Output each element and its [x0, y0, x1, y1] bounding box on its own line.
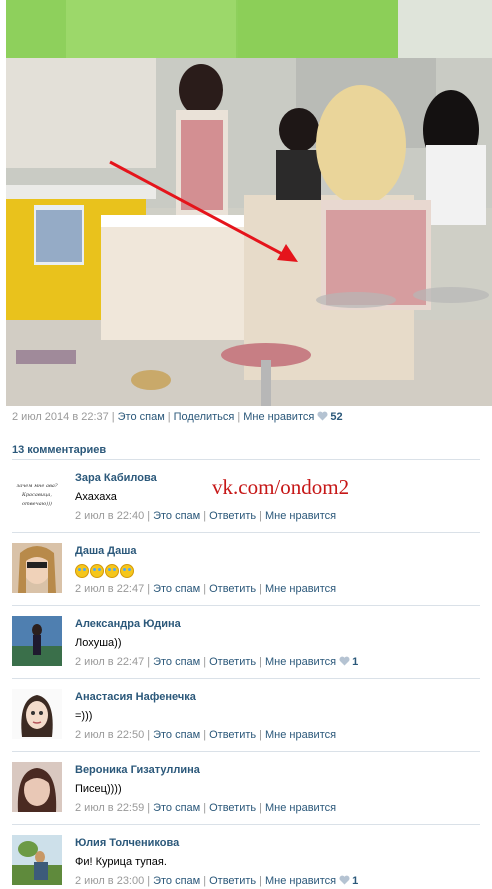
avatar[interactable]: зачем мне ава? Красавица, отвечаю))) [12, 470, 62, 520]
report-spam-link[interactable]: Это спам [153, 510, 200, 522]
comment-meta: 2 июл в 22:40 | Это спам | Ответить | Мне нрав… [75, 510, 337, 522]
comment-date[interactable]: 2 июл в 22:59 [75, 802, 144, 814]
comment-date[interactable]: 2 июл в 22:47 [75, 656, 144, 668]
comment-author[interactable]: Зара Кабилова [75, 472, 157, 484]
post-photo[interactable] [6, 0, 492, 406]
comment-author[interactable]: Вероника Гизатуллина [75, 764, 200, 776]
comments-header[interactable]: 13 комментариев [12, 444, 106, 456]
reply-link[interactable]: Ответить [209, 802, 256, 814]
comment-meta: 2 июл в 22:50 | Это спам | Ответить | Мне нрав… [75, 729, 337, 741]
avatar[interactable] [12, 762, 62, 812]
comment-text: =))) [75, 710, 93, 722]
post-meta: 2 июл 2014 в 22:37 | Это спам | Поделиться | М… [12, 411, 343, 423]
reply-link[interactable]: Ответить [209, 656, 256, 668]
like-link[interactable]: Мне нравится [265, 656, 336, 668]
avatar[interactable] [12, 689, 62, 739]
comment-item: Александра Юдина Лохуша)) 2 июл в 22:47 |… [12, 605, 480, 678]
laughing-emoji-icon [120, 564, 134, 578]
like-link[interactable]: Мне нравится [265, 802, 336, 814]
comment-text [75, 564, 135, 578]
avatar-caption: зачем мне ава? Красавица, отвечаю))) [16, 483, 58, 507]
comment-item: Анастасия Нафенечка =))) 2 июл в 22:50 | Э… [12, 678, 480, 751]
comment-meta: 2 июл в 23:00 | Это спам | Ответить | Мне нрав… [75, 875, 359, 887]
comment-meta: 2 июл в 22:59 | Это спам | Ответить | Мне нрав… [75, 802, 337, 814]
heart-icon[interactable] [339, 656, 350, 666]
avatar[interactable] [12, 543, 62, 593]
report-spam-link[interactable]: Это спам [118, 411, 165, 423]
reply-link[interactable]: Ответить [209, 729, 256, 741]
comment-text: Фи! Курица тупая. [75, 856, 167, 868]
post-date[interactable]: 2 июл 2014 в 22:37 [12, 411, 109, 423]
heart-icon[interactable] [339, 875, 350, 885]
watermark: vk.com/ondom2 [212, 475, 350, 499]
like-link[interactable]: Мне нравится [265, 510, 336, 522]
comment-date[interactable]: 2 июл в 22:40 [75, 510, 144, 522]
laughing-emoji-icon [75, 564, 89, 578]
comment-author[interactable]: Анастасия Нафенечка [75, 691, 196, 703]
report-spam-link[interactable]: Это спам [153, 656, 200, 668]
comment-text: Писец)))) [75, 783, 122, 795]
report-spam-link[interactable]: Это спам [153, 729, 200, 741]
comment-meta: 2 июл в 22:47 | Это спам | Ответить | Мне нрав… [75, 656, 359, 668]
comment-date[interactable]: 2 июл в 22:47 [75, 583, 144, 595]
comment-author[interactable]: Александра Юдина [75, 618, 181, 630]
laughing-emoji-icon [105, 564, 119, 578]
reply-link[interactable]: Ответить [209, 875, 256, 887]
comment-item: Даша Даша 2 июл в 22:47 | Это спам | Ответит… [12, 532, 480, 605]
comment-item: Юлия Толченикова Фи! Курица тупая. 2 июл… [12, 824, 480, 889]
comment-date[interactable]: 2 июл в 23:00 [75, 875, 144, 887]
like-link[interactable]: Мне нравится [243, 411, 314, 423]
report-spam-link[interactable]: Это спам [153, 802, 200, 814]
comment-meta: 2 июл в 22:47 | Это спам | Ответить | Мне нрав… [75, 583, 337, 595]
like-link[interactable]: Мне нравится [265, 875, 336, 887]
like-link[interactable]: Мне нравится [265, 583, 336, 595]
comment-text: Ахахаха [75, 491, 117, 503]
heart-icon[interactable] [317, 411, 328, 421]
reply-link[interactable]: Ответить [209, 583, 256, 595]
like-count: 1 [352, 875, 359, 887]
comment-date[interactable]: 2 июл в 22:50 [75, 729, 144, 741]
avatar[interactable] [12, 616, 62, 666]
comment-item: Вероника Гизатуллина Писец)))) 2 июл в 2… [12, 751, 480, 824]
comment-text: Лохуша)) [75, 637, 122, 649]
report-spam-link[interactable]: Это спам [153, 875, 200, 887]
laughing-emoji-icon [90, 564, 104, 578]
like-link[interactable]: Мне нравится [265, 729, 336, 741]
avatar[interactable] [12, 835, 62, 885]
comment-author[interactable]: Юлия Толченикова [75, 837, 179, 849]
like-count: 52 [330, 411, 343, 423]
comment-author[interactable]: Даша Даша [75, 545, 137, 557]
like-count: 1 [352, 656, 359, 668]
report-spam-link[interactable]: Это спам [153, 583, 200, 595]
reply-link[interactable]: Ответить [209, 510, 256, 522]
share-link[interactable]: Поделиться [174, 411, 235, 423]
